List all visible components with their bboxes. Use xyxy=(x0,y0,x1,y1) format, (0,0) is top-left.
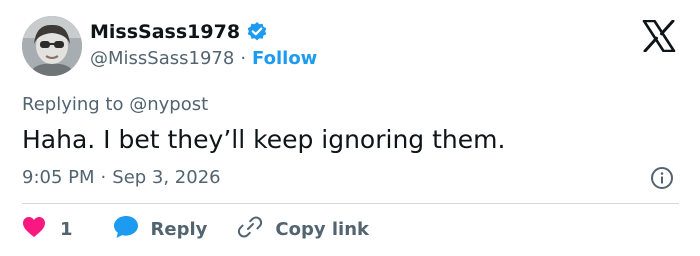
like-button[interactable]: 1 xyxy=(22,216,73,242)
tweet-date[interactable]: Sep 3, 2026 xyxy=(112,167,220,189)
avatar-image xyxy=(22,16,82,76)
heart-icon xyxy=(22,216,46,242)
x-logo-icon[interactable] xyxy=(642,19,676,53)
like-count: 1 xyxy=(60,218,73,240)
avatar[interactable] xyxy=(22,16,82,76)
handle-separator: · xyxy=(240,48,247,69)
verified-badge-icon xyxy=(246,21,268,43)
replying-to-prefix: Replying to xyxy=(22,94,130,115)
embedded-tweet-card: MissSass1978 @MissSass1978 · Follow Repl… xyxy=(0,0,700,256)
tweet-time[interactable]: 9:05 PM xyxy=(22,167,95,189)
replying-to-context: Replying to @nypost xyxy=(22,94,208,116)
tweet-timestamp[interactable]: 9:05 PM · Sep 3, 2026 xyxy=(22,167,221,189)
timestamp-separator: · xyxy=(100,167,107,188)
follow-button[interactable]: Follow xyxy=(252,48,317,70)
author-name-row: MissSass1978 xyxy=(90,20,268,44)
link-icon xyxy=(237,215,263,243)
author-handle[interactable]: @MissSass1978 xyxy=(90,48,234,70)
info-icon[interactable] xyxy=(650,166,674,190)
copy-link-button[interactable]: Copy link xyxy=(237,215,369,243)
reply-button[interactable]: Reply xyxy=(113,215,208,243)
author-display-name[interactable]: MissSass1978 xyxy=(90,20,240,44)
speech-bubble-icon xyxy=(113,215,139,243)
copy-link-label: Copy link xyxy=(275,218,369,240)
reply-label: Reply xyxy=(150,218,208,240)
replying-to-mention[interactable]: @nypost xyxy=(129,94,208,115)
divider xyxy=(22,203,679,204)
author-handle-row: @MissSass1978 · Follow xyxy=(90,48,317,70)
tweet-text: Haha. I bet they’ll keep ignoring them. xyxy=(22,125,506,154)
action-bar: 1 Reply Copy link xyxy=(22,216,369,242)
